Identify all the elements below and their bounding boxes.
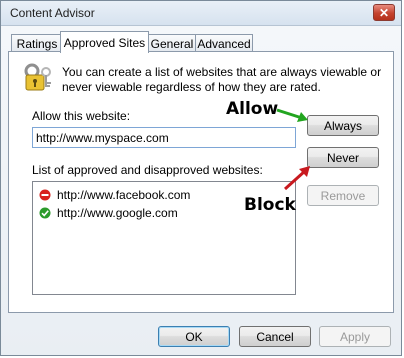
apply-button[interactable]: Apply — [319, 326, 391, 347]
blocked-icon — [39, 189, 51, 201]
list-item[interactable]: http://www.google.com — [39, 205, 178, 221]
site-list-label: List of approved and disapproved website… — [32, 163, 263, 177]
tab-approved-sites[interactable]: Approved Sites — [60, 31, 149, 53]
remove-button[interactable]: Remove — [307, 185, 379, 206]
close-button[interactable]: ✕ — [373, 4, 395, 21]
block-annotation: Block — [244, 195, 296, 215]
allow-website-label: Allow this website: — [32, 109, 131, 123]
close-icon: ✕ — [378, 5, 390, 20]
block-arrow-icon — [283, 166, 310, 191]
list-item[interactable]: http://www.facebook.com — [39, 187, 190, 203]
allow-website-input[interactable] — [32, 127, 296, 148]
tab-general[interactable]: General — [147, 34, 197, 52]
title-bar[interactable]: Content Advisor ✕ — [1, 1, 401, 26]
lock-keys-icon — [24, 63, 51, 91]
ok-button[interactable]: OK — [158, 326, 230, 347]
allow-annotation: Allow — [226, 99, 279, 119]
tab-ratings[interactable]: Ratings — [11, 34, 63, 52]
tab-advanced[interactable]: Advanced — [195, 34, 253, 52]
window-title: Content Advisor — [10, 6, 95, 20]
cancel-button[interactable]: Cancel — [239, 326, 311, 347]
always-button[interactable]: Always — [307, 115, 379, 136]
allow-arrow-icon — [276, 108, 308, 122]
approved-icon — [39, 207, 51, 219]
description-text: You can create a list of websites that a… — [62, 65, 382, 94]
never-button[interactable]: Never — [307, 147, 379, 168]
